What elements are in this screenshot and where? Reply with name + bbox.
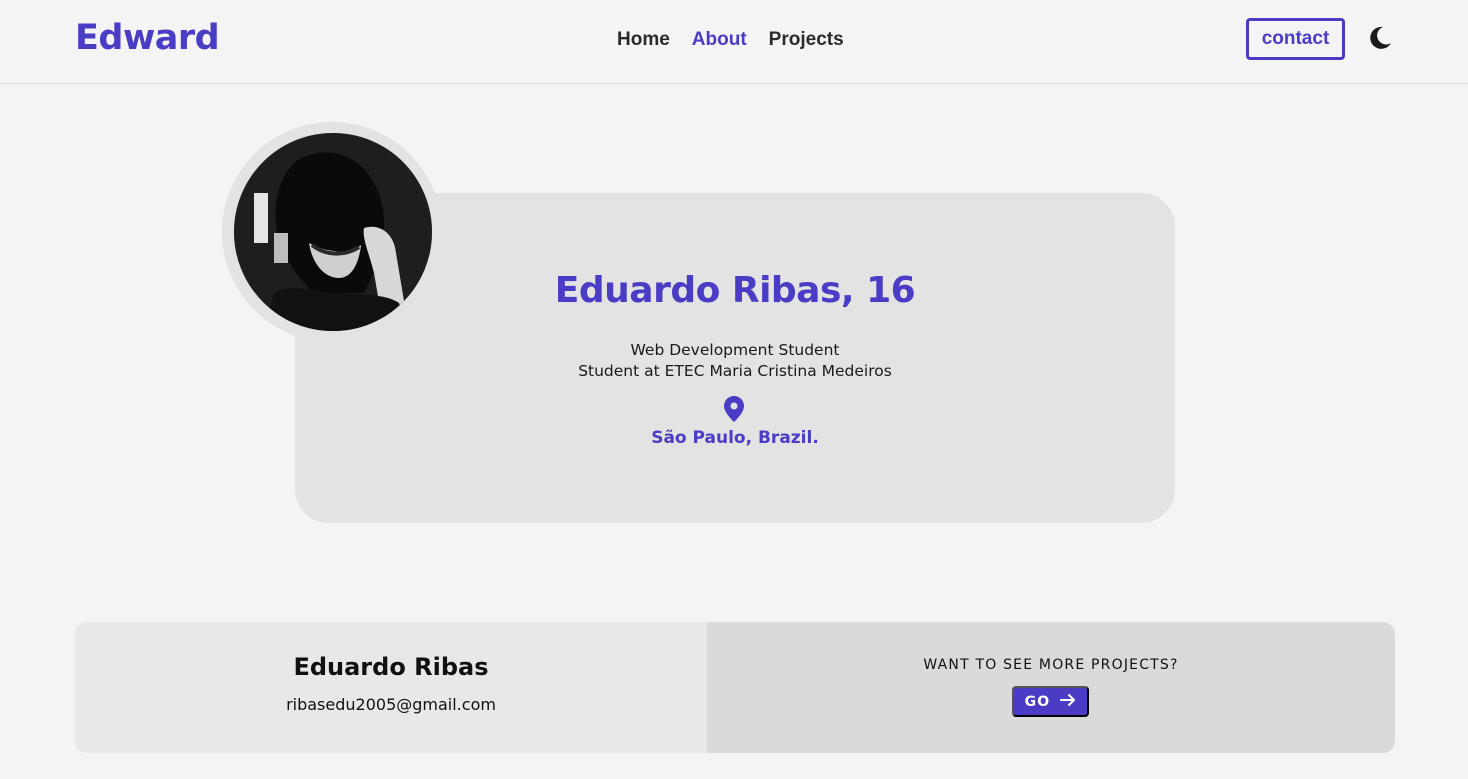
contact-button[interactable]: contact [1246, 18, 1345, 60]
top-navbar: Edward Home About Projects contact [0, 0, 1468, 84]
footer-contact-panel: Eduardo Ribas ribasedu2005@gmail.com [75, 622, 707, 753]
site-logo[interactable]: Edward [75, 18, 220, 58]
nav-link-about[interactable]: About [692, 29, 747, 51]
profile-name: Eduardo Ribas, 16 [554, 270, 916, 311]
go-button[interactable]: GO [1012, 686, 1089, 717]
projects-cta-text: WANT TO SEE MORE PROJECTS? [923, 657, 1179, 673]
arrow-right-icon [1060, 693, 1076, 710]
map-pin-icon [724, 396, 744, 422]
go-button-label: GO [1024, 693, 1051, 710]
nav-link-home[interactable]: Home [617, 29, 670, 51]
footer-name: Eduardo Ribas [293, 653, 489, 681]
footer-email[interactable]: ribasedu2005@gmail.com [75, 695, 707, 714]
moon-icon[interactable] [1366, 24, 1394, 52]
profile-school: Student at ETEC Maria Cristina Medeiros [578, 362, 892, 380]
profile-location: São Paulo, Brazil. [651, 428, 819, 448]
footer-cta-panel: WANT TO SEE MORE PROJECTS? GO [707, 622, 1395, 753]
main-nav: Home About Projects [617, 29, 844, 51]
profile-role: Web Development Student [630, 341, 840, 359]
nav-link-projects[interactable]: Projects [769, 29, 844, 51]
